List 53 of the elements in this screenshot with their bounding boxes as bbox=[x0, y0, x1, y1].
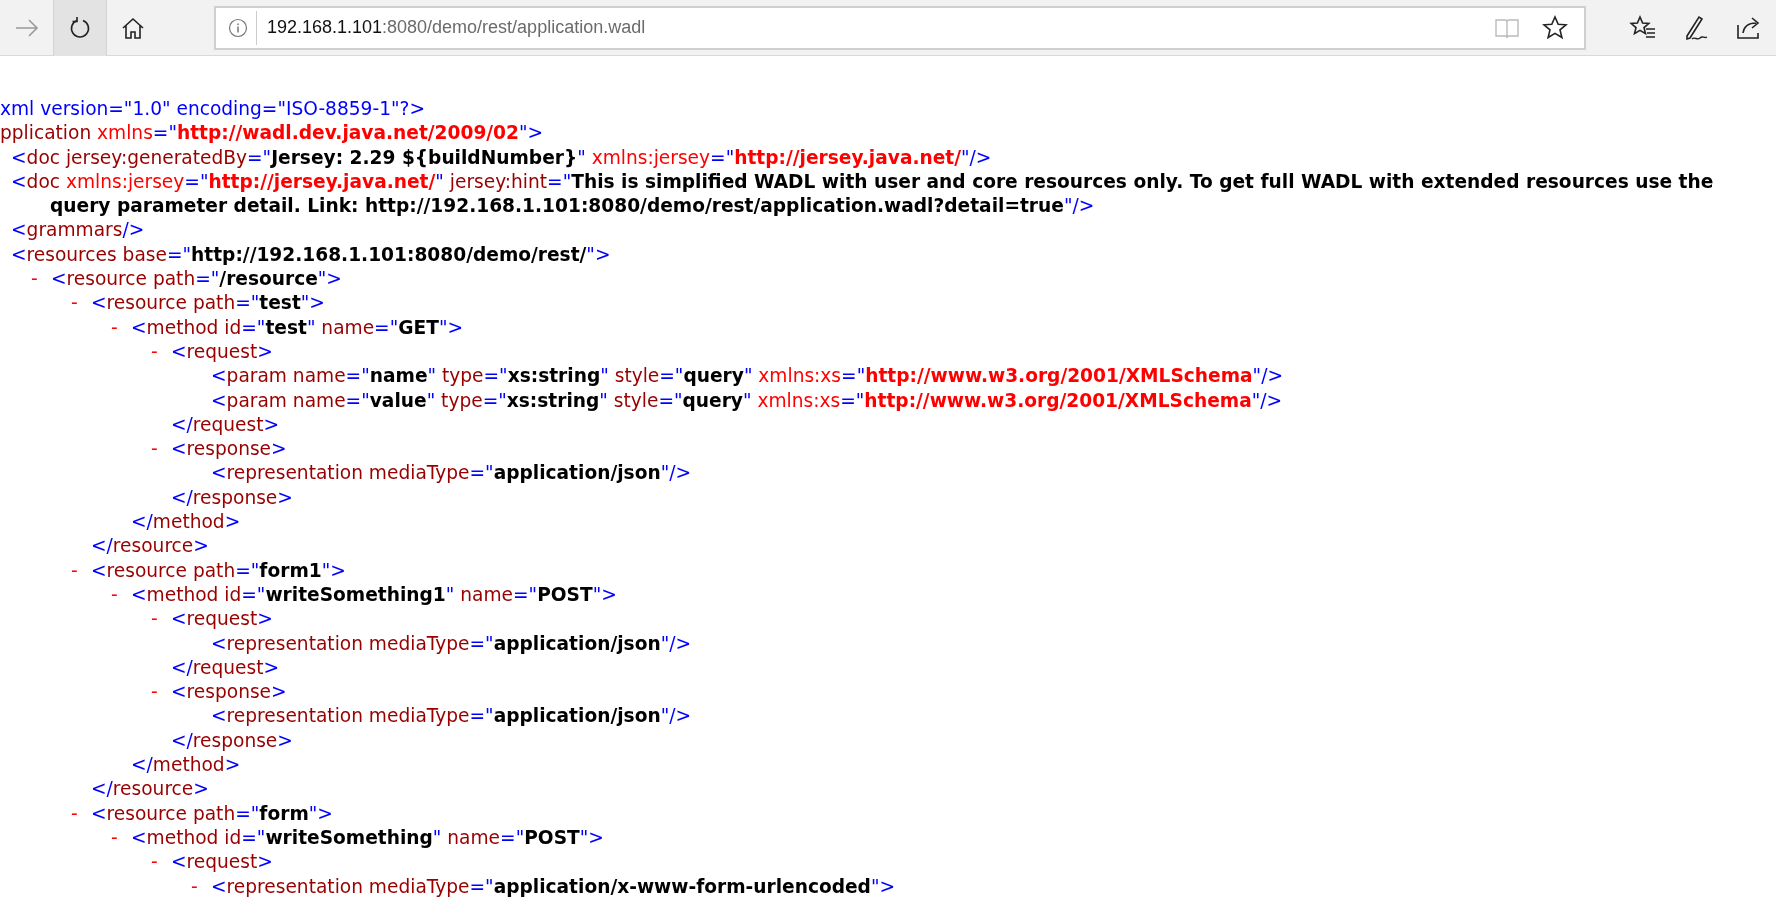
xml-line: <request> bbox=[171, 850, 274, 875]
collapse-toggle[interactable]: - bbox=[151, 680, 171, 705]
xml-line: <param name="value" type="xs:string" style="query" xmlns:xs="http://www.w3.org/2001/XMLSchema"/> bbox=[210, 388, 1284, 413]
collapse-toggle[interactable]: - bbox=[71, 291, 91, 316]
xml-line: <response> bbox=[171, 437, 288, 462]
xml-line: <method id="test" name="GET"> bbox=[131, 315, 465, 340]
xml-line: <response> bbox=[171, 680, 288, 705]
collapse-toggle[interactable]: - bbox=[151, 437, 171, 462]
collapse-toggle[interactable]: - bbox=[151, 607, 171, 632]
xml-line: <method id="writeSomething1" name="POST"> bbox=[131, 582, 618, 607]
star-icon[interactable] bbox=[1542, 14, 1569, 41]
collapse-toggle[interactable]: - bbox=[111, 582, 131, 608]
xml-line: </response> bbox=[170, 728, 294, 753]
info-icon bbox=[227, 17, 248, 38]
xml-line: </request> bbox=[170, 655, 281, 680]
collapse-toggle[interactable]: - bbox=[31, 267, 51, 292]
xml-line: </request> bbox=[170, 412, 281, 437]
xml-line: <resource path="form1"> bbox=[91, 558, 347, 583]
xml-line: <grammars/> bbox=[10, 218, 146, 243]
xml-line: <doc jersey:generatedBy="Jersey: 2.29 ${buildNumber}" xmlns:jersey="http://jersey.java.net/"/> bbox=[10, 145, 993, 170]
star-list-icon bbox=[1628, 14, 1657, 41]
xml-line: <representation mediaType="application/json"/> bbox=[210, 461, 693, 486]
xml-line: <representation mediaType="application/json"/> bbox=[210, 631, 693, 656]
xml-line: <param name="name" type="xs:string" style="query" xmlns:xs="http://www.w3.org/2001/XMLSchema"/> bbox=[210, 364, 1284, 389]
xml-line: pplication xmlns="http://wadl.dev.java.net/2009/02"> bbox=[0, 121, 545, 146]
xml-line: </response> bbox=[170, 485, 294, 510]
url-text: 192.168.1.101:8080/demo/rest/application.wadl bbox=[266, 17, 646, 38]
xml-line: <doc xmlns:jersey="http://jersey.java.net/" jersey:hint="This is simplified WADL with user and core resources only. To get full WADL with extended resources use the query parameter detail. Link: http://192.168.1.101:8080/demo/rest/application.wadl?detail=true"/> bbox=[10, 169, 1715, 219]
refresh-button[interactable] bbox=[53, 0, 107, 56]
xml-line: </method> bbox=[130, 753, 242, 777]
collapse-toggle[interactable]: - bbox=[71, 801, 91, 826]
xml-line: <request> bbox=[171, 339, 274, 364]
back-arrow-icon bbox=[14, 17, 39, 38]
xml-line: <method id="writeSomething" name="POST"> bbox=[131, 825, 605, 850]
xml-line: <request> bbox=[171, 607, 274, 632]
xml-line: <resource path="/resource"> bbox=[51, 267, 343, 292]
collapse-toggle[interactable]: - bbox=[111, 825, 131, 851]
collapse-toggle[interactable]: - bbox=[111, 315, 131, 340]
xml-line: </resource> bbox=[90, 534, 210, 559]
collapse-toggle[interactable]: - bbox=[191, 874, 211, 897]
xml-line: <resource path="test"> bbox=[91, 291, 326, 316]
xml-line: xml version="1.0" encoding="ISO-8859-1"?> bbox=[0, 97, 426, 121]
xml-line: <resources base="http://192.168.1.101:8080/demo/rest/"> bbox=[10, 242, 612, 267]
collapse-toggle[interactable]: - bbox=[151, 850, 171, 875]
xml-line: <representation mediaType="application/x-www-form-urlencoded"> bbox=[211, 874, 897, 897]
xml-line: <resource path="form"> bbox=[91, 801, 334, 826]
collapse-toggle[interactable]: - bbox=[151, 339, 171, 365]
collapse-toggle[interactable]: - bbox=[71, 558, 91, 583]
xml-line: </resource> bbox=[90, 777, 210, 802]
home-icon bbox=[121, 16, 146, 39]
address-bar[interactable]: 192.168.1.101:8080/demo/rest/application.wadl bbox=[213, 5, 1587, 50]
xml-line: </method> bbox=[130, 510, 242, 535]
xml-line: <representation mediaType="application/json"/> bbox=[210, 704, 693, 729]
